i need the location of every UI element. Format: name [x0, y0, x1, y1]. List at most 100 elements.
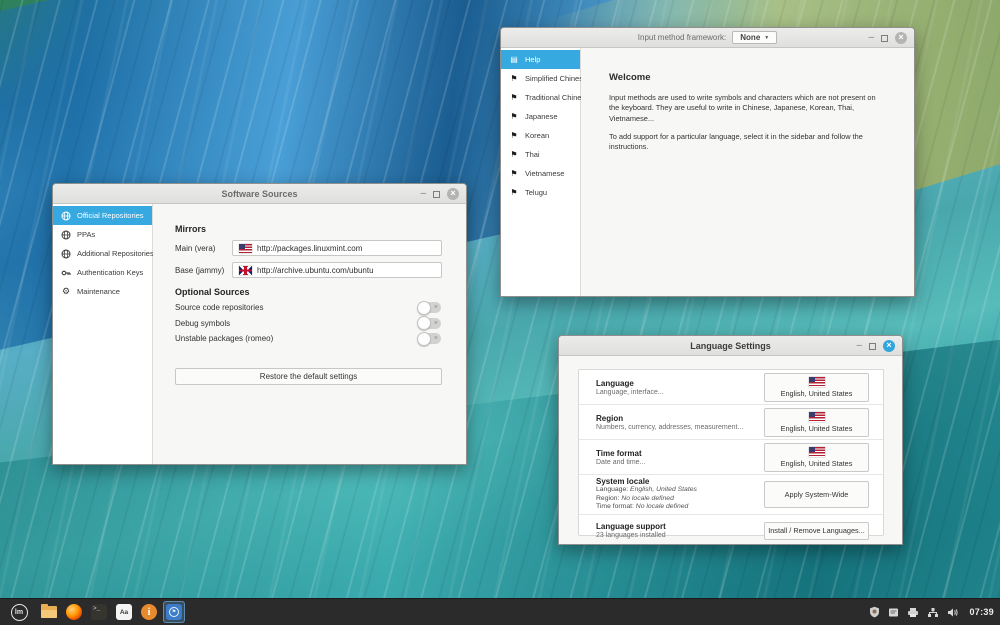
us-flag-icon	[809, 377, 825, 387]
input-method-icon: Aa	[116, 604, 132, 620]
volume-icon[interactable]	[947, 607, 959, 618]
debug-symbols-toggle[interactable]: ×	[418, 318, 441, 329]
time-format-select-button[interactable]: English, United States	[764, 443, 869, 472]
row-title: Time format	[596, 449, 645, 458]
firefox-launcher[interactable]	[63, 601, 85, 623]
language-settings-titlebar[interactable]: Language Settings – ×	[559, 336, 902, 356]
unstable-packages-toggle[interactable]: ×	[418, 333, 441, 344]
sidebar-item-additional-repositories[interactable]: Additional Repositories	[53, 244, 152, 263]
sidebar-item-korean[interactable]: ⚑ Korean	[501, 126, 580, 145]
minimize-button[interactable]: –	[868, 34, 874, 42]
sidebar-item-traditional-chinese[interactable]: ⚑ Traditional Chinese	[501, 88, 580, 107]
time-format-row: Time format Date and time... English, Un…	[579, 440, 883, 475]
main-mirror-field[interactable]: http://packages.linuxmint.com	[232, 240, 442, 256]
button-label: English, United States	[781, 459, 853, 468]
locale-region-line: Region: No locale defined	[596, 495, 697, 503]
install-remove-languages-button[interactable]: Install / Remove Languages...	[764, 522, 869, 540]
globe-icon	[61, 230, 71, 240]
restore-defaults-button[interactable]: Restore the default settings	[175, 368, 442, 385]
taskbar: lm >_ Aa i ⚑	[0, 598, 1000, 625]
language-settings-taskbar-item[interactable]: ⚑	[163, 601, 185, 623]
flag-icon: ⚑	[509, 131, 519, 140]
flag-icon: ⚑	[509, 150, 519, 159]
globe-icon	[61, 211, 71, 221]
row-subtitle: Date and time...	[596, 459, 645, 466]
network-icon[interactable]	[927, 607, 939, 618]
terminal-launcher[interactable]: >_	[88, 601, 110, 623]
sidebar-item-label: Vietnamese	[525, 169, 564, 178]
window-title: Language Settings	[690, 341, 771, 351]
language-settings-window: Language Settings – × Language Language,…	[558, 335, 903, 545]
update-shield-icon[interactable]	[869, 606, 880, 618]
sidebar-item-label: Telugu	[525, 188, 547, 197]
close-button[interactable]: ×	[447, 188, 459, 200]
language-row: Language Language, interface... English,…	[579, 370, 883, 405]
row-title: Region	[596, 414, 743, 423]
framework-dropdown-value: None	[740, 33, 760, 42]
minimize-button[interactable]: –	[856, 342, 862, 350]
software-sources-window: Software Sources – × Official Repositori…	[52, 183, 467, 465]
sidebar-item-maintenance[interactable]: ⚙ Maintenance	[53, 282, 152, 301]
framework-dropdown[interactable]: None ▼	[732, 31, 777, 44]
source-code-toggle[interactable]: ×	[418, 302, 441, 313]
sidebar-item-official-repositories[interactable]: Official Repositories	[53, 206, 152, 225]
sidebar-item-authentication-keys[interactable]: Authentication Keys	[53, 263, 152, 282]
files-launcher[interactable]	[38, 601, 60, 623]
close-button[interactable]: ×	[883, 340, 895, 352]
sidebar-item-telugu[interactable]: ⚑ Telugu	[501, 183, 580, 202]
maximize-button[interactable]	[881, 35, 888, 42]
maximize-button[interactable]	[869, 343, 876, 350]
input-methods-window: Input method framework: None ▼ – × ▤ Hel…	[500, 27, 915, 297]
firefox-icon	[66, 604, 82, 620]
language-support-row: Language support 23 languages installed …	[579, 515, 883, 546]
button-label: English, United States	[781, 389, 853, 398]
toggle-off-icon: ×	[434, 318, 438, 329]
sidebar-item-help[interactable]: ▤ Help	[501, 50, 580, 69]
software-sources-sidebar: Official Repositories PPAs Additional Re…	[53, 204, 153, 464]
sidebar-item-vietnamese[interactable]: ⚑ Vietnamese	[501, 164, 580, 183]
input-methods-taskbar-item[interactable]: Aa	[113, 601, 135, 623]
sidebar-item-label: Traditional Chinese	[525, 93, 589, 102]
sidebar-item-label: Help	[525, 55, 540, 64]
row-subtitle: Numbers, currency, addresses, measuremen…	[596, 424, 743, 431]
help-doc-icon: ▤	[509, 55, 519, 64]
welcome-paragraph-2: To add support for a particular language…	[609, 132, 886, 153]
source-code-label: Source code repositories	[175, 303, 264, 312]
window-title: Software Sources	[221, 189, 297, 199]
minimize-button[interactable]: –	[420, 190, 426, 198]
sidebar-item-label: Japanese	[525, 112, 558, 121]
software-sources-icon: i	[141, 604, 157, 620]
mint-menu-button[interactable]: lm	[6, 599, 32, 626]
software-sources-taskbar-item[interactable]: i	[138, 601, 160, 623]
base-mirror-field[interactable]: http://archive.ubuntu.com/ubuntu	[232, 262, 442, 278]
base-mirror-value: http://archive.ubuntu.com/ubuntu	[257, 266, 374, 275]
us-flag-icon	[809, 412, 825, 422]
sidebar-item-japanese[interactable]: ⚑ Japanese	[501, 107, 580, 126]
printer-icon[interactable]	[907, 607, 919, 618]
globe-icon	[61, 249, 71, 259]
folder-icon	[41, 606, 57, 618]
sidebar-item-ppas[interactable]: PPAs	[53, 225, 152, 244]
sidebar-item-thai[interactable]: ⚑ Thai	[501, 145, 580, 164]
sidebar-item-label: Authentication Keys	[77, 268, 143, 277]
mint-logo-icon: lm	[11, 604, 28, 621]
sidebar-item-label: Additional Repositories	[77, 249, 154, 258]
main-mirror-label: Main (vera)	[175, 244, 232, 253]
sidebar-item-label: Korean	[525, 131, 549, 140]
clock[interactable]: 07:39	[969, 607, 994, 617]
apply-system-wide-button[interactable]: Apply System-Wide	[764, 481, 869, 508]
input-methods-titlebar[interactable]: Input method framework: None ▼ – ×	[501, 28, 914, 48]
close-button[interactable]: ×	[895, 32, 907, 44]
maximize-button[interactable]	[433, 191, 440, 198]
region-select-button[interactable]: English, United States	[764, 408, 869, 437]
main-mirror-value: http://packages.linuxmint.com	[257, 244, 362, 253]
languages-icon: ⚑	[166, 604, 182, 620]
flag-icon: ⚑	[509, 74, 519, 83]
toggle-off-icon: ×	[434, 302, 438, 313]
unstable-packages-label: Unstable packages (romeo)	[175, 334, 273, 343]
sidebar-item-simplified-chinese[interactable]: ⚑ Simplified Chinese	[501, 69, 580, 88]
language-select-button[interactable]: English, United States	[764, 373, 869, 402]
software-sources-titlebar[interactable]: Software Sources – ×	[53, 184, 466, 204]
report-icon[interactable]	[888, 607, 899, 618]
sidebar-item-label: Official Repositories	[77, 211, 144, 220]
